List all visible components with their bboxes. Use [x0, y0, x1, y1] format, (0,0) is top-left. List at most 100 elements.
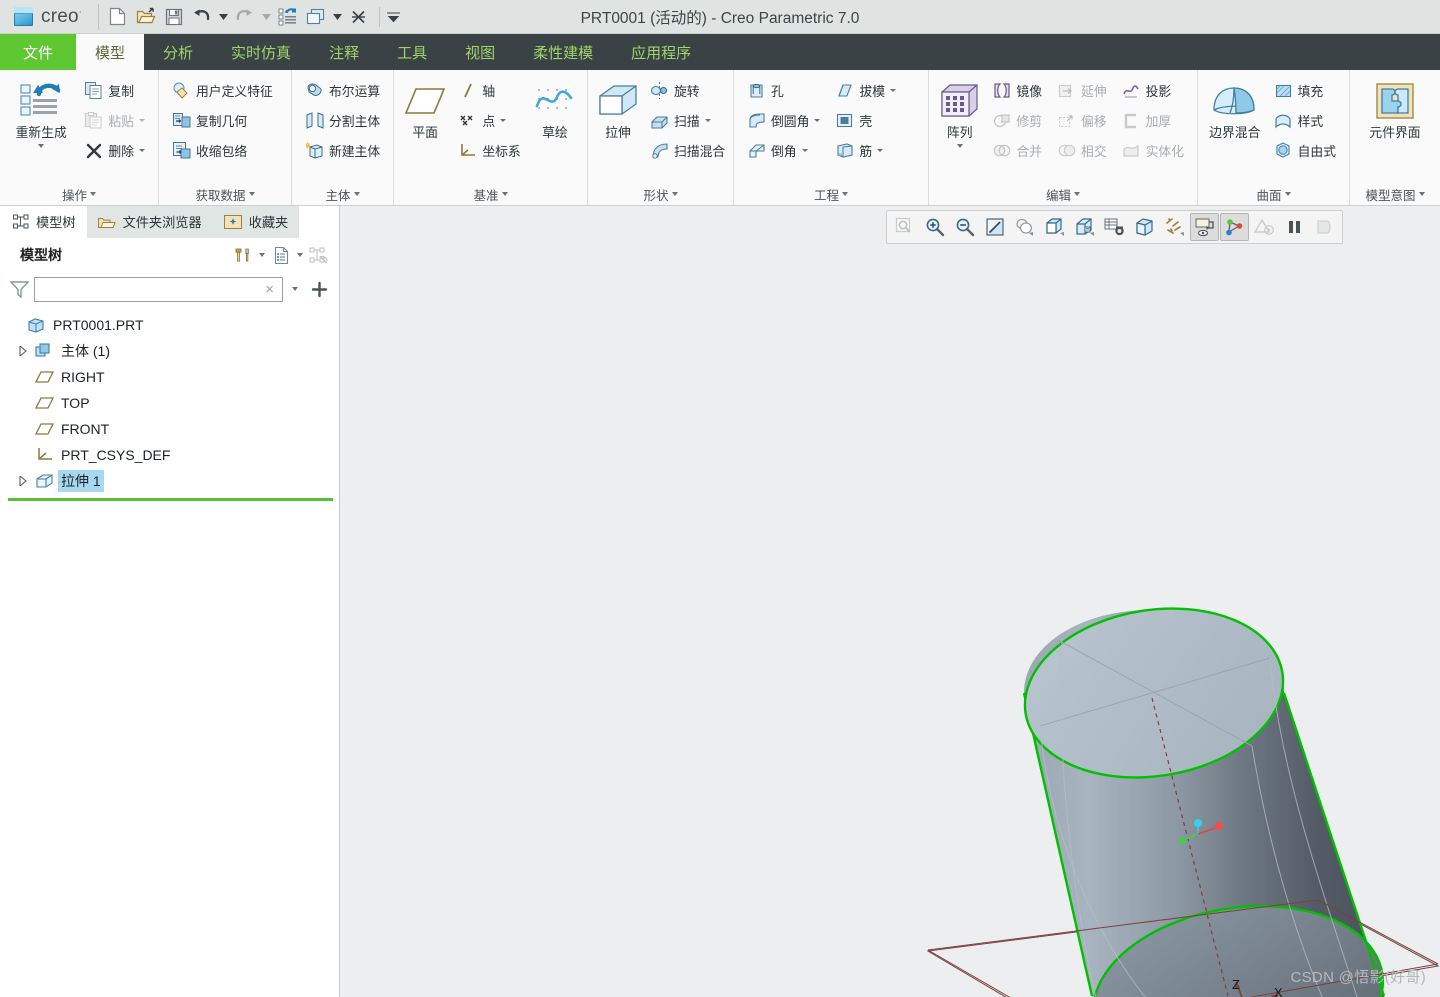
udf-button[interactable]: 用户定义特征: [166, 76, 279, 105]
shrinkwrap-button[interactable]: 收缩包络: [166, 136, 279, 165]
draft-dropdown-arrow-icon[interactable]: [889, 89, 896, 92]
pattern-button[interactable]: 阵列: [936, 76, 983, 152]
qat-customize-arrow-icon[interactable]: [386, 4, 400, 30]
clear-search-icon[interactable]: ×: [265, 281, 278, 298]
tree-node-right[interactable]: RIGHT: [0, 364, 339, 390]
group-label-datum[interactable]: 基准: [394, 183, 587, 205]
group-label-editing[interactable]: 编辑: [929, 183, 1197, 205]
redo-dropdown-arrow-icon[interactable]: [260, 4, 273, 30]
datum-axis-button[interactable]: 轴: [452, 76, 526, 105]
nav-tab-favorites[interactable]: 收藏夹: [212, 206, 300, 238]
group-label-engineering[interactable]: 工程: [734, 183, 928, 205]
undo-icon[interactable]: [189, 4, 215, 30]
mirror-button[interactable]: 镜像: [986, 76, 1048, 105]
model-3d-cylinder[interactable]: X Y Z PRT_CSYS_DEF: [340, 206, 1440, 997]
copy-button[interactable]: 复制: [78, 76, 151, 105]
regenerate-icon[interactable]: [275, 4, 301, 30]
sweep-dropdown-arrow-icon[interactable]: [704, 119, 711, 122]
group-label-shapes[interactable]: 形状: [588, 183, 733, 205]
paste-button[interactable]: 粘贴: [78, 106, 151, 135]
tree-settings-icon[interactable]: [231, 242, 255, 268]
sweep-button[interactable]: 扫描: [644, 106, 731, 135]
split-body-button[interactable]: 分割主体: [299, 106, 386, 135]
undo-dropdown-arrow-icon[interactable]: [217, 4, 230, 30]
group-label-operations[interactable]: 操作: [0, 183, 158, 205]
chamfer-dropdown-arrow-icon[interactable]: [801, 149, 808, 152]
chamfer-button[interactable]: 倒角: [741, 136, 826, 165]
shell-button[interactable]: 壳: [829, 106, 902, 135]
tree-node-bodies[interactable]: 主体 (1): [0, 338, 339, 364]
expand-triangle-icon[interactable]: [16, 344, 30, 358]
round-dropdown-arrow-icon[interactable]: [814, 119, 821, 122]
datum-plane-button[interactable]: 平面: [401, 76, 449, 141]
nav-tab-folder-browser[interactable]: 文件夹浏览器: [86, 206, 213, 238]
pattern-dropdown-arrow-icon[interactable]: [956, 140, 963, 151]
tab-file[interactable]: 文件: [0, 34, 77, 70]
offset-button[interactable]: 偏移: [1051, 106, 1113, 135]
new-file-icon[interactable]: [105, 4, 131, 30]
trim-button[interactable]: 修剪: [986, 106, 1048, 135]
tree-filter-off-icon[interactable]: [307, 242, 331, 268]
rib-dropdown-arrow-icon[interactable]: [877, 149, 884, 152]
nav-tab-model-tree[interactable]: 模型树: [0, 206, 87, 238]
copy-geometry-button[interactable]: 复制几何: [166, 106, 279, 135]
window-dropdown-arrow-icon[interactable]: [331, 4, 344, 30]
solidify-button[interactable]: 实体化: [1116, 136, 1190, 165]
paste-dropdown-arrow-icon[interactable]: [139, 119, 145, 122]
sketch-button[interactable]: 草绘: [530, 76, 580, 141]
tree-node-top[interactable]: TOP: [0, 390, 339, 416]
search-text-field[interactable]: [41, 280, 266, 298]
group-label-surfaces[interactable]: 曲面: [1198, 183, 1349, 205]
tab-live-sim[interactable]: 实时仿真: [212, 34, 310, 70]
tree-node-front[interactable]: FRONT: [0, 416, 339, 442]
hole-button[interactable]: 孔: [741, 76, 826, 105]
round-button[interactable]: 倒圆角: [741, 106, 826, 135]
tree-display-icon[interactable]: [269, 242, 293, 268]
boundary-blend-button[interactable]: 边界混合: [1205, 76, 1265, 141]
boolean-button[interactable]: 布尔运算: [299, 76, 386, 105]
thicken-button[interactable]: 加厚: [1116, 106, 1190, 135]
csys-button[interactable]: 坐标系: [452, 136, 526, 165]
open-file-icon[interactable]: [133, 4, 159, 30]
component-interface-button[interactable]: 元件界面: [1358, 76, 1432, 141]
window-icon[interactable]: [303, 4, 329, 30]
tab-analysis[interactable]: 分析: [144, 34, 212, 70]
delete-dropdown-arrow-icon[interactable]: [139, 149, 145, 152]
fill-button[interactable]: 填充: [1268, 76, 1342, 105]
extend-button[interactable]: 延伸: [1051, 76, 1113, 105]
model-tree-search-input[interactable]: ×: [34, 276, 283, 302]
extrude-button[interactable]: 拉伸: [595, 76, 641, 141]
freestyle-button[interactable]: 自由式: [1268, 136, 1342, 165]
new-body-button[interactable]: 新建主体: [299, 136, 386, 165]
add-filter-icon[interactable]: [307, 276, 331, 302]
intersect-button[interactable]: 相交: [1051, 136, 1113, 165]
datum-point-button[interactable]: 点: [452, 106, 526, 135]
tree-node-part[interactable]: PRT0001.PRT: [0, 312, 339, 338]
group-label-get-data[interactable]: 获取数据: [159, 183, 291, 205]
close-window-icon[interactable]: [346, 4, 372, 30]
group-label-model-intent[interactable]: 模型意图: [1350, 183, 1440, 205]
tab-view[interactable]: 视图: [446, 34, 514, 70]
tab-annotate[interactable]: 注释: [310, 34, 378, 70]
datum-point-dropdown-arrow-icon[interactable]: [500, 119, 507, 122]
merge-button[interactable]: 合并: [986, 136, 1048, 165]
tab-tools[interactable]: 工具: [378, 34, 446, 70]
graphics-viewport[interactable]: X Y Z PRT_CSYS_DEF CSDN @悟影(好哥): [340, 206, 1440, 997]
regenerate-dropdown-arrow-icon[interactable]: [38, 140, 45, 151]
group-label-body[interactable]: 主体: [292, 183, 393, 205]
swept-blend-button[interactable]: 扫描混合: [644, 136, 731, 165]
project-button[interactable]: 投影: [1116, 76, 1190, 105]
expand-triangle-icon[interactable]: [16, 474, 30, 488]
redo-icon[interactable]: [232, 4, 258, 30]
rib-button[interactable]: 筋: [829, 136, 902, 165]
tree-settings-dropdown-arrow-icon[interactable]: [255, 242, 269, 268]
delete-button[interactable]: 删除: [78, 136, 151, 165]
tab-model[interactable]: 模型: [76, 34, 145, 70]
revolve-button[interactable]: 旋转: [644, 76, 731, 105]
tab-applications[interactable]: 应用程序: [612, 34, 710, 70]
tree-display-dropdown-arrow-icon[interactable]: [293, 242, 307, 268]
tree-node-csys[interactable]: PRT_CSYS_DEF: [0, 442, 339, 468]
tab-flexible-modeling[interactable]: 柔性建模: [514, 34, 612, 70]
filter-dropdown-arrow-icon[interactable]: [288, 276, 302, 302]
tree-node-extrude1[interactable]: 拉伸 1: [0, 468, 339, 494]
